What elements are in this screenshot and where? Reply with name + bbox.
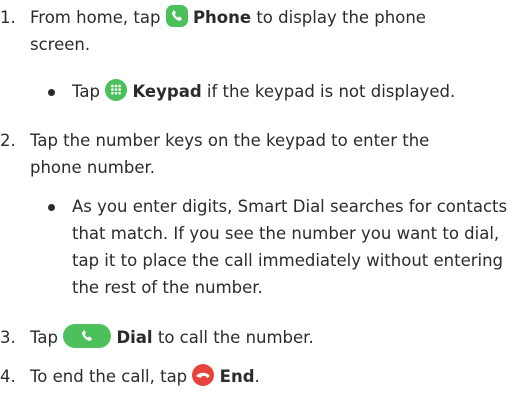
bullet-text-after: if the keypad is not displayed. bbox=[206, 82, 456, 101]
bullet-text-before: Tap bbox=[72, 82, 100, 101]
step-text-after: to call the number. bbox=[157, 328, 314, 347]
step-number: 4. bbox=[0, 367, 16, 386]
bullet-text: As you enter digits, Smart Dial searches… bbox=[72, 197, 508, 297]
dial-label: Dial bbox=[116, 328, 153, 347]
step-text-before: To end the call, tap bbox=[30, 367, 188, 386]
step-text: Tap Dial to call the number. bbox=[30, 324, 516, 351]
bullet-dot bbox=[48, 89, 55, 96]
keypad-label: Keypad bbox=[132, 82, 202, 101]
bullet-dot bbox=[48, 204, 55, 211]
bullet-text: Tap Keypad if the keypad is not displaye… bbox=[72, 78, 522, 105]
end-call-icon bbox=[192, 364, 215, 386]
step-text: From home, tap Phone to display the phon… bbox=[30, 4, 456, 58]
phone-label: Phone bbox=[192, 8, 252, 27]
step-text: Tap the number keys on the keypad to ent… bbox=[30, 131, 430, 177]
phone-app-icon bbox=[165, 5, 188, 27]
step-text-before: From home, tap bbox=[30, 8, 161, 27]
dial-button-icon bbox=[63, 324, 112, 348]
step-text-before: Tap bbox=[30, 328, 58, 347]
end-label: End bbox=[219, 367, 255, 386]
keypad-icon bbox=[105, 79, 128, 101]
step-text: To end the call, tap End. bbox=[30, 363, 516, 390]
step-text-after: . bbox=[254, 367, 260, 386]
step-number: 3. bbox=[0, 328, 16, 347]
step-number: 2. bbox=[0, 131, 16, 150]
step-number: 1. bbox=[0, 8, 16, 27]
